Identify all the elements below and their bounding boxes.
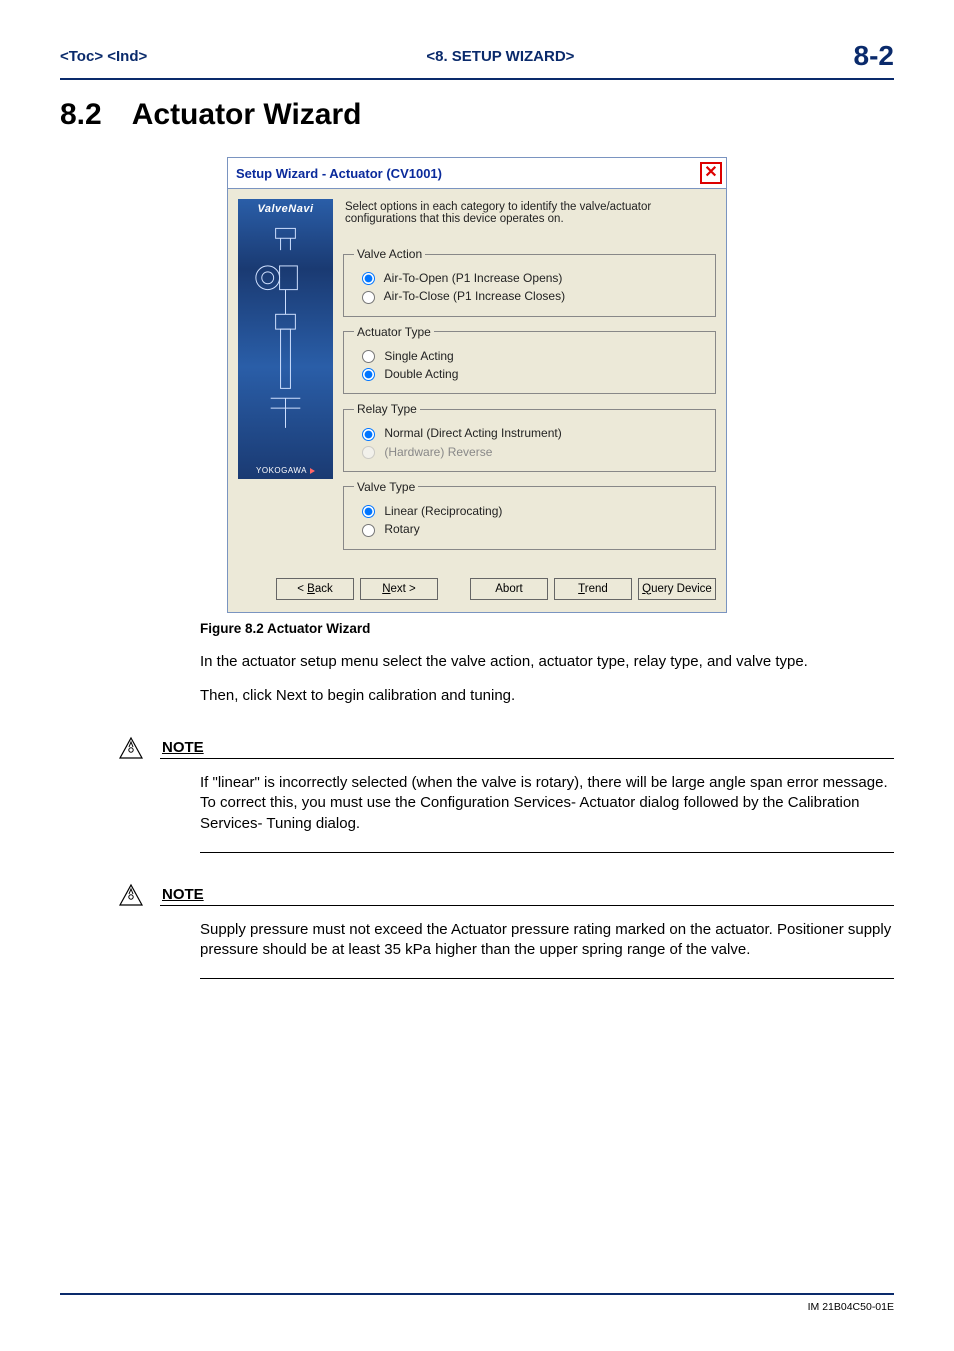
header-chapter[interactable]: <8. SETUP WIZARD> <box>426 48 574 65</box>
dialog-instruction: Select options in each category to ident… <box>343 199 716 227</box>
note-icon <box>118 736 144 760</box>
valve-linear[interactable]: Linear (Reciprocating) <box>362 504 705 518</box>
figure-caption: Figure 8.2 Actuator Wizard <box>200 621 894 636</box>
valve-rotary[interactable]: Rotary <box>362 522 705 536</box>
air-to-close-label: Air-To-Close (P1 Increase Closes) <box>384 289 565 303</box>
note-label: NOTE <box>162 739 204 756</box>
relay-reverse: (Hardware) Reverse <box>362 445 705 459</box>
note-block-2: NOTE Supply pressure must not exceed the… <box>60 883 894 980</box>
valve-action-legend: Valve Action <box>354 247 425 261</box>
note-icon <box>118 883 144 907</box>
close-icon[interactable]: ✕ <box>700 162 722 184</box>
rotary-label: Rotary <box>384 522 419 536</box>
valve-action-group: Valve Action Air-To-Open (P1 Increase Op… <box>343 247 716 317</box>
radio-single-acting[interactable] <box>362 350 375 363</box>
note-label: NOTE <box>162 886 204 903</box>
radio-linear[interactable] <box>362 505 375 518</box>
valve-type-legend: Valve Type <box>354 480 418 494</box>
abort-button[interactable]: Abort <box>470 578 548 600</box>
relay-type-group: Relay Type Normal (Direct Acting Instrum… <box>343 402 716 472</box>
yokogawa-logo: YOKOGAWA <box>238 466 333 475</box>
section-title-text: Actuator Wizard <box>132 98 362 131</box>
radio-double-acting[interactable] <box>362 368 375 381</box>
query-device-button[interactable]: Query Device <box>638 578 716 600</box>
radio-air-to-open[interactable] <box>362 272 375 285</box>
back-button[interactable]: < Back <box>276 578 354 600</box>
note-block-1: NOTE If "linear" is incorrectly selected… <box>60 736 894 853</box>
page-number: 8-2 <box>854 40 894 72</box>
double-acting-label: Double Acting <box>384 367 458 381</box>
valvenavi-logo: ValveNavi <box>238 203 333 215</box>
page-header: <Toc> <Ind> <8. SETUP WIZARD> 8-2 <box>60 40 894 80</box>
trend-button[interactable]: Trend <box>554 578 632 600</box>
valve-action-open[interactable]: Air-To-Open (P1 Increase Opens) <box>362 271 705 285</box>
section-number: 8.2 <box>60 98 102 131</box>
radio-relay-reverse <box>362 446 375 459</box>
relay-normal-label: Normal (Direct Acting Instrument) <box>384 426 561 440</box>
section-heading: 8.2 Actuator Wizard <box>60 98 894 132</box>
dialog-titlebar: Setup Wizard - Actuator (CV1001) ✕ <box>228 158 726 189</box>
header-toc-ind[interactable]: <Toc> <Ind> <box>60 48 147 65</box>
air-to-open-label: Air-To-Open (P1 Increase Opens) <box>384 271 563 285</box>
radio-rotary[interactable] <box>362 524 375 537</box>
relay-reverse-label: (Hardware) Reverse <box>384 445 492 459</box>
relay-normal[interactable]: Normal (Direct Acting Instrument) <box>362 426 705 440</box>
actuator-wizard-dialog: Setup Wizard - Actuator (CV1001) ✕ Valve… <box>227 157 727 613</box>
footer-doc-id: IM 21B04C50-01E <box>808 1301 894 1313</box>
relay-type-legend: Relay Type <box>354 402 420 416</box>
body-para-2: Then, click Next to begin calibration an… <box>200 686 894 706</box>
actuator-single[interactable]: Single Acting <box>362 349 705 363</box>
next-button[interactable]: Next > <box>360 578 438 600</box>
radio-relay-normal[interactable] <box>362 428 375 441</box>
actuator-type-group: Actuator Type Single Acting Double Actin… <box>343 325 716 395</box>
actuator-double[interactable]: Double Acting <box>362 367 705 381</box>
dialog-title-text: Setup Wizard - Actuator (CV1001) <box>236 166 442 181</box>
footer-rule <box>60 1293 894 1295</box>
note-2-text: Supply pressure must not exceed the Actu… <box>200 920 894 961</box>
actuator-line-art <box>246 219 325 459</box>
single-acting-label: Single Acting <box>384 349 453 363</box>
dialog-button-row: < Back Next > Abort Trend Query Device <box>228 568 726 612</box>
body-para-1: In the actuator setup menu select the va… <box>200 652 894 672</box>
actuator-type-legend: Actuator Type <box>354 325 434 339</box>
note-1-text: If "linear" is incorrectly selected (whe… <box>200 773 894 834</box>
valve-type-group: Valve Type Linear (Reciprocating) Rotary <box>343 480 716 550</box>
wizard-sidebar-image: ValveNavi <box>238 199 333 479</box>
radio-air-to-close[interactable] <box>362 291 375 304</box>
linear-label: Linear (Reciprocating) <box>384 504 502 518</box>
valve-action-close[interactable]: Air-To-Close (P1 Increase Closes) <box>362 289 705 303</box>
